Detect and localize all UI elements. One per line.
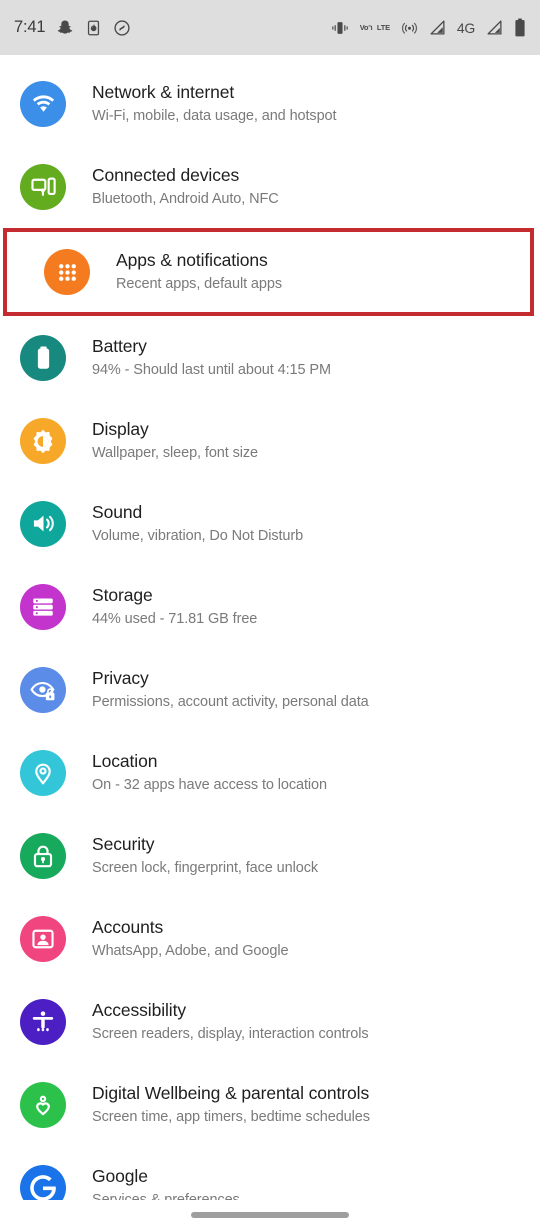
wifi-icon	[20, 80, 66, 127]
settings-item-title: Digital Wellbeing & parental controls	[92, 1082, 370, 1103]
settings-item-text: Battery 94% - Should last until about 4:…	[92, 335, 331, 381]
settings-item-accounts[interactable]: Accounts WhatsApp, Adobe, and Google	[0, 897, 540, 980]
settings-item-location[interactable]: Location On - 32 apps have access to loc…	[0, 731, 540, 814]
volte-label-bottom: LTE	[376, 22, 390, 32]
volte-label-top: Voר	[359, 22, 373, 32]
settings-item-text: Digital Wellbeing & parental controls Sc…	[92, 1082, 370, 1128]
gesture-nav-bar	[0, 1200, 540, 1230]
signal-bars-sim1-icon	[429, 19, 446, 36]
settings-item-network-internet[interactable]: Network & internet Wi-Fi, mobile, data u…	[0, 62, 540, 145]
settings-item-text: Storage 44% used - 71.81 GB free	[92, 584, 257, 630]
settings-item-title: Apps & notifications	[116, 250, 268, 270]
signal-bars-sim2-icon	[486, 19, 503, 36]
snapchat-icon	[56, 19, 74, 37]
settings-item-text: Display Wallpaper, sleep, font size	[92, 418, 258, 464]
settings-item-text: Accessibility Screen readers, display, i…	[92, 999, 369, 1045]
settings-item-accessibility[interactable]: Accessibility Screen readers, display, i…	[0, 980, 540, 1063]
settings-item-privacy[interactable]: Privacy Permissions, account activity, p…	[0, 648, 540, 731]
status-bar: 7:41 Voר LTE 4G	[0, 0, 540, 55]
settings-item-storage[interactable]: Storage 44% used - 71.81 GB free	[0, 565, 540, 648]
settings-item-title: Storage	[92, 584, 153, 605]
wellbeing-heart-icon	[20, 1081, 66, 1128]
settings-item-title: Privacy	[92, 667, 149, 688]
network-type-label: 4G	[456, 19, 475, 36]
settings-item-subtitle: 44% used - 71.81 GB free	[92, 610, 258, 627]
settings-item-text: Security Screen lock, fingerprint, face …	[92, 833, 318, 879]
privacy-eye-icon	[20, 666, 66, 713]
settings-item-apps-notifications[interactable]: Apps & notifications Recent apps, defaul…	[3, 228, 534, 316]
speaker-icon	[20, 500, 66, 547]
hotspot-icon	[401, 19, 418, 36]
settings-item-connected-devices[interactable]: Connected devices Bluetooth, Android Aut…	[0, 145, 540, 228]
settings-item-digital-wellbeing[interactable]: Digital Wellbeing & parental controls Sc…	[0, 1063, 540, 1146]
storage-icon	[20, 583, 66, 630]
settings-item-subtitle: Screen lock, fingerprint, face unlock	[92, 859, 318, 876]
settings-item-title: Google	[92, 1165, 148, 1186]
battery-icon	[20, 334, 66, 381]
settings-item-title: Display	[92, 418, 149, 439]
settings-list: Network & internet Wi-Fi, mobile, data u…	[0, 55, 540, 1229]
settings-item-title: Accounts	[92, 916, 164, 937]
gesture-handle[interactable]	[191, 1212, 349, 1218]
location-pin-icon	[20, 749, 66, 796]
apps-grid-icon	[44, 249, 90, 295]
account-card-icon	[20, 915, 66, 962]
lock-icon	[20, 832, 66, 879]
devices-icon	[20, 163, 66, 210]
shazam-icon	[113, 19, 131, 37]
settings-item-title: Connected devices	[92, 164, 240, 185]
settings-item-subtitle: Screen time, app timers, bedtime schedul…	[92, 1108, 370, 1125]
settings-item-security[interactable]: Security Screen lock, fingerprint, face …	[0, 814, 540, 897]
settings-item-subtitle: Bluetooth, Android Auto, NFC	[92, 190, 279, 207]
settings-item-text: Network & internet Wi-Fi, mobile, data u…	[92, 81, 337, 127]
settings-item-title: Location	[92, 750, 158, 771]
accessibility-icon	[20, 998, 66, 1045]
settings-item-subtitle: Screen readers, display, interaction con…	[92, 1025, 369, 1042]
settings-item-text: Sound Volume, vibration, Do Not Disturb	[92, 501, 303, 547]
status-bar-clock: 7:41	[14, 18, 46, 36]
settings-item-subtitle: Volume, vibration, Do Not Disturb	[92, 527, 304, 544]
settings-item-subtitle: Wallpaper, sleep, font size	[92, 444, 259, 461]
settings-item-battery[interactable]: Battery 94% - Should last until about 4:…	[0, 316, 540, 399]
settings-item-text: Location On - 32 apps have access to loc…	[92, 750, 327, 796]
settings-item-subtitle: On - 32 apps have access to location	[92, 776, 327, 793]
settings-item-text: Accounts WhatsApp, Adobe, and Google	[92, 916, 289, 962]
status-bar-right: Voר LTE 4G	[331, 18, 526, 37]
screen-record-icon	[85, 19, 102, 37]
settings-item-title: Security	[92, 833, 155, 854]
settings-item-subtitle: Recent apps, default apps	[116, 276, 282, 292]
settings-item-text: Connected devices Bluetooth, Android Aut…	[92, 164, 279, 210]
brightness-icon	[20, 417, 66, 464]
vibrate-icon	[331, 20, 349, 36]
settings-item-title: Sound	[92, 501, 143, 522]
settings-item-title: Network & internet	[92, 81, 235, 102]
settings-item-title: Battery	[92, 335, 147, 356]
settings-item-subtitle: Permissions, account activity, personal …	[92, 693, 369, 710]
battery-icon	[514, 18, 526, 37]
settings-item-subtitle: 94% - Should last until about 4:15 PM	[92, 361, 331, 378]
settings-item-subtitle: Wi-Fi, mobile, data usage, and hotspot	[92, 107, 337, 124]
status-bar-left: 7:41	[14, 18, 131, 37]
settings-item-subtitle: WhatsApp, Adobe, and Google	[92, 942, 289, 959]
settings-item-sound[interactable]: Sound Volume, vibration, Do Not Disturb	[0, 482, 540, 565]
settings-item-text: Privacy Permissions, account activity, p…	[92, 667, 369, 713]
settings-item-text: Apps & notifications Recent apps, defaul…	[116, 249, 282, 295]
settings-item-title: Accessibility	[92, 999, 187, 1020]
settings-item-display[interactable]: Display Wallpaper, sleep, font size	[0, 399, 540, 482]
volte-icon: Voר LTE	[359, 22, 390, 32]
